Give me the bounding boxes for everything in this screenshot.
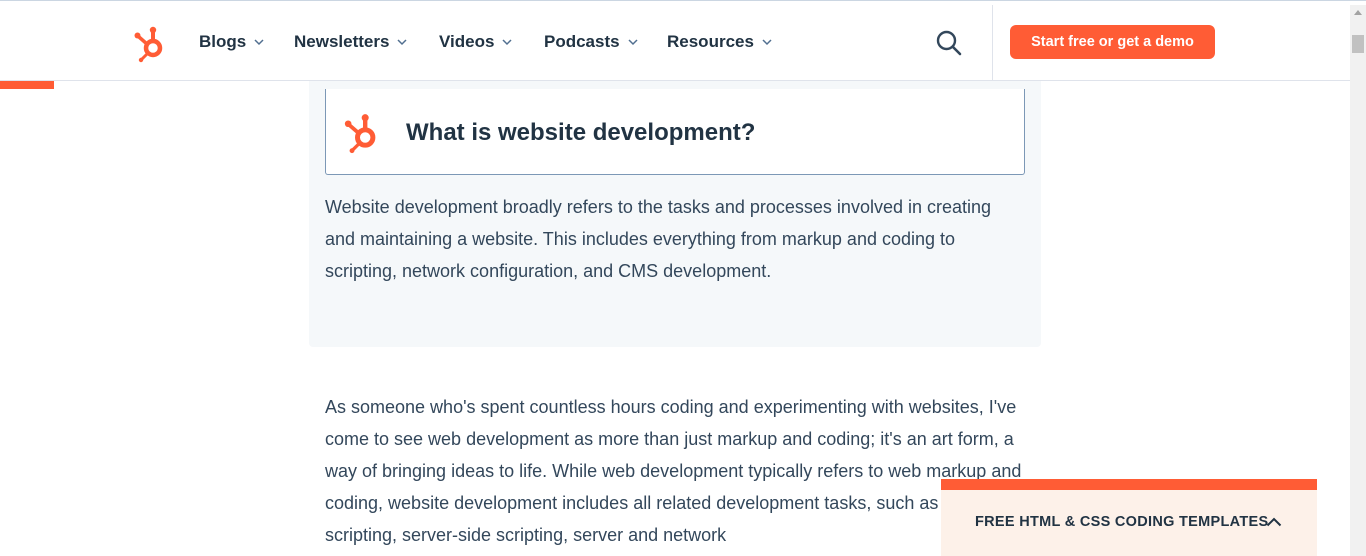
header-divider [992,5,993,80]
offer-accent-bar [941,479,1317,490]
site-header: Blogs Newsletters Videos Podcasts Resour… [0,5,1350,81]
chevron-up-icon[interactable] [1266,517,1282,527]
scroll-up-arrow-icon[interactable] [1354,10,1362,15]
nav-podcasts[interactable]: Podcasts [544,32,638,52]
page-scrollbar[interactable] [1350,5,1366,556]
nav-label: Newsletters [294,32,390,51]
offer-label[interactable]: FREE HTML & CSS CODING TEMPLATES [975,514,1268,530]
templates-offer-banner[interactable]: FREE HTML & CSS CODING TEMPLATES [941,479,1317,556]
chevron-down-icon [628,39,638,46]
chevron-down-icon [502,39,512,46]
nav-blogs[interactable]: Blogs [199,32,264,52]
callout-title: What is website development? [406,119,756,146]
chevron-down-icon [397,39,407,46]
nav-label: Videos [439,32,495,51]
nav-newsletters[interactable]: Newsletters [294,32,407,52]
article-paragraph: As someone who's spent countless hours c… [325,397,1025,545]
nav-videos[interactable]: Videos [439,32,512,52]
hubspot-sprocket-icon [344,114,376,154]
nav-resources[interactable]: Resources [667,32,772,52]
hubspot-logo-icon[interactable] [133,23,169,63]
start-free-demo-button[interactable]: Start free or get a demo [1010,25,1215,59]
reading-progress-bar [0,81,54,89]
chevron-down-icon [762,39,772,46]
nav-label: Blogs [199,32,247,51]
scrollbar-thumb[interactable] [1352,35,1364,53]
nav-label: Podcasts [544,32,620,51]
chevron-down-icon [254,39,264,46]
nav-label: Resources [667,32,754,51]
callout-text: Website development broadly refers to th… [325,197,992,281]
search-icon[interactable] [934,28,964,58]
